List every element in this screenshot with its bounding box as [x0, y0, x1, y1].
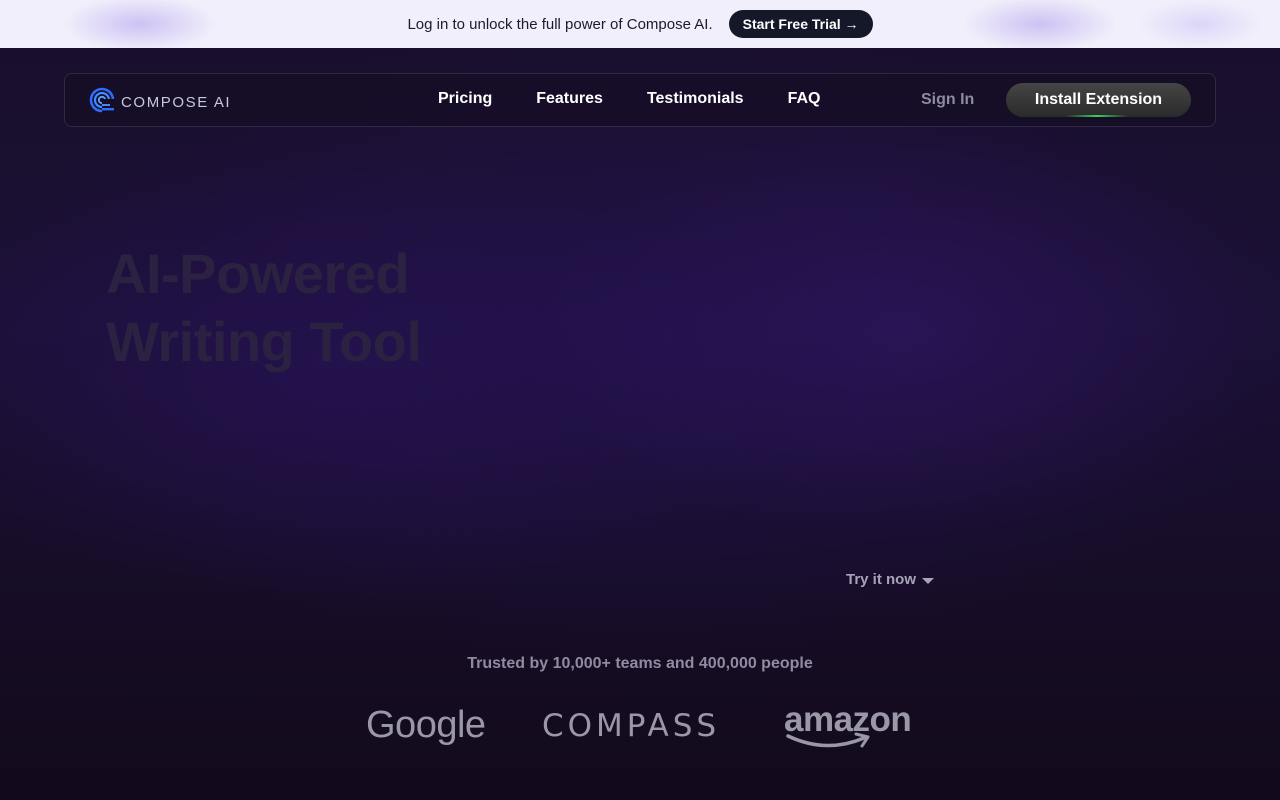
- start-free-trial-button[interactable]: Start Free Trial →: [728, 10, 873, 38]
- promo-bar: Log in to unlock the full power of Compo…: [0, 0, 1280, 48]
- nav-link-testimonials[interactable]: Testimonials: [647, 90, 744, 108]
- try-it-now-label: Try it now: [846, 571, 917, 588]
- nav-link-features[interactable]: Features: [536, 90, 603, 108]
- install-glow-accent: [1066, 115, 1128, 117]
- logo[interactable]: COMPOSE AI: [89, 87, 231, 118]
- nav-link-faq[interactable]: FAQ: [788, 90, 821, 108]
- caret-down-icon: [922, 578, 935, 584]
- hero-title: AI-Powered Writing Tool: [106, 240, 422, 376]
- nav-links: Pricing Features Testimonials FAQ: [438, 90, 820, 108]
- nav-link-pricing[interactable]: Pricing: [438, 90, 492, 108]
- page: Log in to unlock the full power of Compo…: [0, 0, 1280, 800]
- install-extension-label: Install Extension: [1034, 91, 1163, 108]
- top-nav: COMPOSE AI Pricing Features Testimonials…: [64, 73, 1216, 127]
- sign-in-link[interactable]: Sign In: [921, 91, 974, 109]
- compass-logo: COMPASS: [542, 708, 721, 744]
- trusted-by-text: Trusted by 10,000+ teams and 400,000 peo…: [467, 655, 813, 672]
- logo-wordmark: COMPOSE AI: [121, 94, 232, 111]
- try-it-now-link[interactable]: Try it now: [846, 571, 935, 588]
- hero-title-line-1: AI-Powered: [106, 242, 410, 305]
- google-logo: Google: [366, 704, 486, 746]
- hero-title-line-2: Writing Tool: [106, 310, 422, 373]
- promo-text: Log in to unlock the full power of Compo…: [407, 15, 713, 33]
- amazon-logo: amazon: [784, 700, 912, 748]
- customer-logos: Google COMPASS amazon: [0, 700, 1280, 756]
- amazon-smile-icon: [786, 732, 870, 748]
- install-extension-button[interactable]: Install Extension: [1006, 83, 1191, 117]
- compose-logo-icon: [89, 87, 115, 118]
